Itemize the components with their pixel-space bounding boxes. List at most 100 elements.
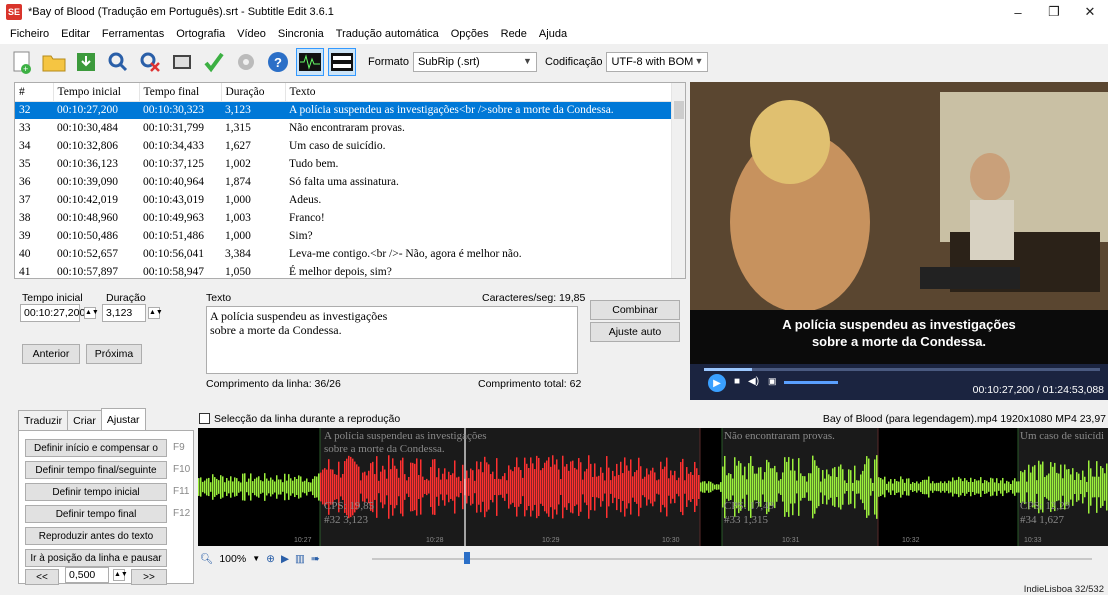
- video-player[interactable]: A polícia suspendeu as investigações sob…: [690, 82, 1108, 400]
- go-to-line-pause-button[interactable]: Ir à posição da linha e pausar: [25, 549, 167, 567]
- col-end-time[interactable]: Tempo final: [139, 83, 222, 102]
- table-row[interactable]: 32 00:10:27,200 00:10:30,323 3,123 A polícia…: [15, 101, 673, 119]
- step-back-button[interactable]: <<: [25, 569, 59, 585]
- cell: 00:10:32,806: [57, 140, 119, 152]
- next-button[interactable]: Próxima: [86, 344, 142, 364]
- save-icon[interactable]: [72, 48, 100, 76]
- table-row[interactable]: 38 00:10:48,960 00:10:49,963 1,003 Franco!: [15, 209, 673, 227]
- subtitle-grid[interactable]: # Tempo inicial Tempo final Duração Text…: [14, 82, 686, 279]
- waveform-toggle-icon[interactable]: [296, 48, 324, 76]
- video-controls: ▶ ■ ◀) ▣ 00:10:27,200 / 01:24:53,088: [690, 364, 1108, 400]
- grid-view-icon[interactable]: ▥: [295, 553, 305, 565]
- maximize-button[interactable]: ❐: [1036, 0, 1072, 24]
- tick-label: 10:28: [426, 537, 444, 544]
- col-number[interactable]: #: [15, 83, 54, 102]
- volume-icon[interactable]: ◀): [748, 376, 759, 387]
- new-file-icon[interactable]: +: [8, 48, 36, 76]
- spellcheck-icon[interactable]: [200, 48, 228, 76]
- tick-label: 10:33: [1024, 537, 1042, 544]
- zoom-dropdown-icon[interactable]: ▼: [252, 554, 260, 563]
- menu-tools[interactable]: Ferramentas: [96, 28, 170, 40]
- merge-button[interactable]: Combinar: [590, 300, 680, 320]
- volume-slider[interactable]: [784, 381, 838, 384]
- subtitle-text-editor[interactable]: A polícia suspendeu as investigações sob…: [206, 306, 578, 374]
- table-row[interactable]: 37 00:10:42,019 00:10:43,019 1,000 Adeus.: [15, 191, 673, 209]
- table-row[interactable]: 36 00:10:39,090 00:10:40,964 1,874 Só falta …: [15, 173, 673, 191]
- menu-edit[interactable]: Editar: [55, 28, 96, 40]
- menu-spelling[interactable]: Ortografia: [170, 28, 231, 40]
- cell: 39: [19, 230, 31, 242]
- start-time-spinner[interactable]: ▲▼: [84, 307, 99, 319]
- play-icon[interactable]: ▶: [281, 553, 289, 565]
- menu-options[interactable]: Opções: [445, 28, 495, 40]
- sync-icon[interactable]: [168, 48, 196, 76]
- waveform[interactable]: A polícia suspendeu as investigações sob…: [198, 428, 1108, 546]
- col-text[interactable]: Texto: [285, 83, 673, 102]
- cell: 00:10:37,125: [143, 158, 205, 170]
- open-folder-icon[interactable]: [40, 48, 68, 76]
- set-start-offset-button[interactable]: Definir início e compensar o: [25, 439, 167, 457]
- table-row[interactable]: 33 00:10:30,484 00:10:31,799 1,315 Não encon…: [15, 119, 673, 137]
- encoding-select[interactable]: UTF-8 with BOM ▼: [606, 52, 709, 72]
- menu-video[interactable]: Vídeo: [231, 28, 272, 40]
- table-row[interactable]: 41 00:10:57,897 00:10:58,947 1,050 É melhor …: [15, 263, 673, 278]
- select-line-checkbox[interactable]: [199, 413, 210, 424]
- menu-help[interactable]: Ajuda: [533, 28, 573, 40]
- grid-scrollbar[interactable]: [671, 83, 685, 278]
- close-button[interactable]: ✕: [1072, 0, 1108, 24]
- scrollbar-thumb[interactable]: [674, 101, 684, 119]
- menu-network[interactable]: Rede: [495, 28, 533, 40]
- video-progress-bar[interactable]: [704, 368, 1100, 371]
- zoom-level[interactable]: 100%: [219, 553, 246, 565]
- waveform-seg1-info: #32 3,123: [324, 514, 368, 526]
- step-forward-button[interactable]: >>: [131, 569, 167, 585]
- cell: 1,874: [225, 176, 251, 188]
- zoom-out-icon[interactable]: 🔍︎: [200, 552, 213, 565]
- duration-input[interactable]: 3,123: [102, 304, 146, 322]
- forward-icon[interactable]: ➠: [311, 553, 320, 565]
- video-toggle-icon[interactable]: [328, 48, 356, 76]
- replace-icon[interactable]: [136, 48, 164, 76]
- svg-text:+: +: [23, 64, 28, 74]
- table-row[interactable]: 34 00:10:32,806 00:10:34,433 1,627 Um caso d…: [15, 137, 673, 155]
- fullscreen-icon[interactable]: ▣: [768, 376, 777, 387]
- help-icon[interactable]: ?: [264, 48, 292, 76]
- slider-thumb[interactable]: [464, 552, 470, 564]
- chevron-down-icon: ▼: [523, 56, 532, 66]
- find-icon[interactable]: [104, 48, 132, 76]
- minimize-button[interactable]: –: [1000, 0, 1036, 24]
- format-select[interactable]: SubRip (.srt) ▼: [412, 52, 537, 72]
- play-before-text-button[interactable]: Reproduzir antes do texto: [25, 527, 167, 545]
- tab-translate[interactable]: Traduzir: [18, 410, 69, 430]
- waveform-position-slider[interactable]: [372, 558, 1092, 560]
- waveform-seg3-cps: CPS: 12,29: [1020, 500, 1071, 512]
- tab-create[interactable]: Criar: [67, 410, 102, 430]
- step-value-input[interactable]: 0,500: [65, 567, 109, 583]
- tab-adjust[interactable]: Ajustar: [100, 408, 146, 430]
- set-start-button[interactable]: Definir tempo inicial: [25, 483, 167, 501]
- zoom-in-icon[interactable]: ⊕: [266, 553, 275, 565]
- play-icon[interactable]: ▶: [708, 374, 726, 392]
- col-start-time[interactable]: Tempo inicial: [53, 83, 140, 102]
- col-duration[interactable]: Duração: [221, 83, 286, 102]
- tick-label: 10:29: [542, 537, 560, 544]
- table-row[interactable]: 35 00:10:36,123 00:10:37,125 1,002 Tudo bem.: [15, 155, 673, 173]
- set-end-button[interactable]: Definir tempo final: [25, 505, 167, 523]
- table-row[interactable]: 39 00:10:50,486 00:10:51,486 1,000 Sim?: [15, 227, 673, 245]
- cell: 00:10:31,799: [143, 122, 205, 134]
- menu-file[interactable]: Ficheiro: [4, 28, 55, 40]
- menu-auto-translate[interactable]: Tradução automática: [330, 28, 445, 40]
- duration-spinner[interactable]: ▲▼: [148, 307, 163, 319]
- settings-gear-icon[interactable]: [232, 48, 260, 76]
- tick-label: 10:32: [902, 537, 920, 544]
- table-row[interactable]: 40 00:10:52,657 00:10:56,041 3,384 Leva-me c…: [15, 245, 673, 263]
- step-spinner[interactable]: ▲▼: [113, 569, 128, 581]
- select-line-label: Selecção da linha durante a reprodução: [214, 413, 401, 425]
- menu-sync[interactable]: Sincronia: [272, 28, 330, 40]
- start-time-input[interactable]: 00:10:27,200: [20, 304, 85, 322]
- auto-adjust-button[interactable]: Ajuste auto: [590, 322, 680, 342]
- set-end-next-button[interactable]: Definir tempo final/seguinte: [25, 461, 167, 479]
- previous-button[interactable]: Anterior: [22, 344, 80, 364]
- cell: 1,315: [225, 122, 251, 134]
- stop-icon[interactable]: ■: [734, 376, 740, 387]
